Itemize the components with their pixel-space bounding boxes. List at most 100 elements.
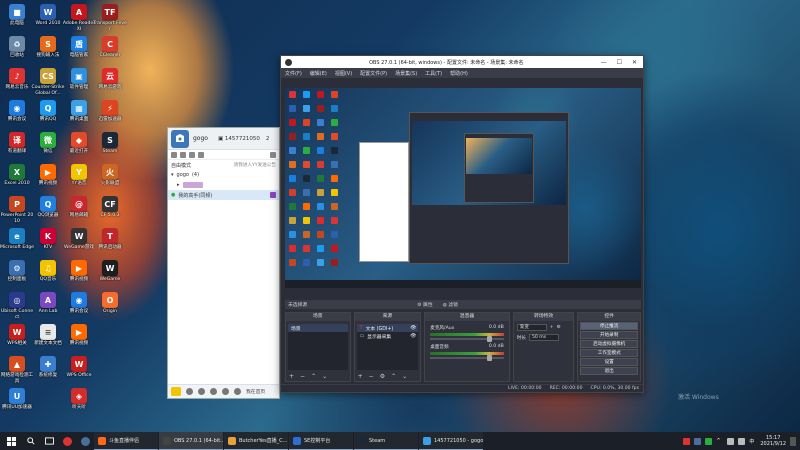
taskbar-app[interactable]: Steam	[354, 432, 418, 450]
netease-pinned-icon[interactable]	[58, 432, 76, 450]
speaker-icon[interactable]	[186, 388, 193, 395]
record-icon[interactable]	[210, 388, 217, 395]
desktop-icon[interactable]: TF Transport Fever	[93, 4, 127, 32]
down-icon[interactable]: ⌄	[402, 373, 407, 380]
camera-icon[interactable]	[222, 388, 229, 395]
desktop-icon[interactable]: Q 腾讯QQ	[31, 100, 65, 123]
desktop-icon[interactable]: Y YY语音	[62, 164, 96, 187]
notification-icon[interactable]	[790, 436, 796, 446]
gear-icon[interactable]: ⚙	[557, 325, 561, 330]
properties-button[interactable]: ⚙ 属性	[417, 301, 432, 308]
taskbar-app[interactable]: 1457721050 - gogo	[419, 432, 483, 450]
add-icon[interactable]: +	[289, 373, 294, 380]
menu-item[interactable]: 编辑(E)	[310, 70, 327, 77]
menu-item[interactable]: 文件(F)	[285, 70, 302, 77]
desktop-icon[interactable]: ▣ 软件管理	[62, 68, 96, 91]
source-item[interactable]: ▭ 显示器采集 👁	[357, 332, 419, 340]
desktop-icon[interactable]: O Origin	[93, 292, 127, 315]
close-icon[interactable]: ✕	[632, 59, 637, 66]
desktop-icon[interactable]: CS Counter-Strike Global Of...	[31, 68, 65, 96]
volume-slider-handle[interactable]	[486, 336, 492, 342]
group-row[interactable]: ▾ gogo (4)	[168, 170, 279, 180]
desktop-icon[interactable]: W WeGame	[93, 260, 127, 283]
desktop-icon[interactable]: ▶ 腾讯视频	[62, 324, 96, 347]
desktop-icon[interactable]: T 腾讯启动器	[93, 228, 127, 251]
desktop-icon[interactable]: W WPS Office	[62, 356, 96, 379]
volume-icon[interactable]	[738, 437, 746, 445]
eye-icon[interactable]: 👁	[410, 334, 416, 339]
taskbar-app[interactable]: OBS 27.0.1 (64-bit...	[159, 432, 223, 450]
lock-icon[interactable]	[189, 151, 195, 158]
preview-canvas[interactable]	[285, 88, 641, 288]
filters-button[interactable]: ◍ 滤镜	[443, 301, 458, 308]
control-button[interactable]: 开始录制	[580, 331, 638, 339]
chevron-up-icon[interactable]: ^	[716, 438, 723, 445]
remove-icon[interactable]: −	[369, 373, 374, 380]
down-icon[interactable]: ⌄	[322, 373, 327, 380]
desktop-icon[interactable]: 译有道翻译	[0, 132, 34, 155]
control-button[interactable]: 启动虚拟摄像机	[580, 340, 638, 348]
desktop-icon[interactable]: 火火影联盟	[93, 164, 127, 187]
desktop-icon[interactable]: W WeGame游戏	[62, 228, 96, 251]
control-button[interactable]: 设置	[580, 358, 638, 366]
desktop-icon[interactable]: A Adobe Reader XI	[62, 4, 96, 32]
desktop-icon[interactable]: 盾电脑管家	[62, 36, 96, 59]
volume-slider-handle[interactable]	[486, 355, 492, 361]
menu-item[interactable]: 帮助(H)	[450, 70, 468, 77]
desktop-icon[interactable]: ▦ 腾讯桌面	[62, 100, 96, 123]
taskbar-app[interactable]: ButcherYes直播_C...	[224, 432, 288, 450]
tray-app-icon[interactable]	[705, 437, 713, 445]
duration-input[interactable]: 50 ms	[528, 334, 559, 341]
smile-icon[interactable]	[234, 388, 241, 395]
maximize-icon[interactable]: ☐	[617, 59, 622, 66]
desktop-icon[interactable]: ⚙ 控制面板	[0, 260, 34, 283]
eye-icon[interactable]: 👁	[410, 326, 416, 331]
desktop-icon[interactable]: P PowerPoint 2010	[0, 196, 34, 224]
desktop-icon[interactable]: ▶ 腾讯视频	[62, 260, 96, 283]
steam-pinned-icon[interactable]	[76, 432, 94, 450]
desktop-icon[interactable]: ◎ Ubisoft Connect	[0, 292, 34, 320]
start-button[interactable]	[0, 432, 22, 450]
desktop-icon[interactable]: CF CF 5.0.3	[93, 196, 127, 219]
desktop-icon[interactable]: ◉ 腾讯会议	[0, 100, 34, 123]
add-icon[interactable]: +	[358, 373, 363, 380]
more-icon[interactable]	[270, 151, 276, 158]
menu-item[interactable]: 视图(V)	[335, 70, 352, 77]
desktop-icon[interactable]: ◆ 最近打开	[62, 132, 96, 155]
taskbar-app[interactable]: 斗鱼直播伴侣	[94, 432, 158, 450]
mic-icon[interactable]	[180, 151, 186, 158]
up-icon[interactable]: ⌃	[311, 373, 316, 380]
tray-app-icon[interactable]	[694, 437, 702, 445]
desktop-icon[interactable]: ▶ 腾讯视频	[31, 164, 65, 187]
taskbar-app[interactable]: SE控制平台	[289, 432, 353, 450]
gear-icon[interactable]: ⚙	[380, 373, 385, 380]
volume-slider[interactable]	[430, 355, 504, 361]
desktop-icon[interactable]: ✚ 系统修复	[31, 356, 65, 379]
desktop-icon[interactable]: ◈ 听天听	[62, 388, 96, 411]
menu-item[interactable]: 工具(T)	[425, 70, 442, 77]
ime-icon[interactable]: 中	[749, 438, 756, 445]
desktop-icon[interactable]: ♫ QQ音乐	[31, 260, 65, 283]
tray-app-icon[interactable]	[683, 437, 691, 445]
clock[interactable]: 15:17 2021/9/12	[760, 435, 786, 447]
desktop-icon[interactable]: ♻ 回收站	[0, 36, 34, 59]
control-button[interactable]: 退出	[580, 367, 638, 375]
desktop-icon[interactable]: X Excel 2010	[0, 164, 34, 187]
desktop-icon[interactable]: ◉ 腾讯会议	[62, 292, 96, 315]
desktop-icon[interactable]: 云网易云游戏	[93, 68, 127, 91]
minimize-icon[interactable]: —	[601, 59, 607, 66]
desktop-icon[interactable]: K KTV	[31, 228, 65, 251]
desktop-icon[interactable]: ≡ 新建文本文档	[31, 324, 65, 347]
desktop-icon[interactable]: @ 网易邮箱	[62, 196, 96, 219]
user-icon[interactable]	[171, 151, 177, 158]
desktop-icon[interactable]: U 腾讯UU加速器	[0, 388, 34, 411]
desktop-icon[interactable]: W Word 2010	[31, 4, 65, 27]
mic-icon[interactable]	[198, 388, 205, 395]
member-row[interactable]: ● 我的高手(同频)	[168, 190, 279, 200]
add-icon[interactable]: +	[550, 325, 554, 330]
menu-item[interactable]: 场景集(S)	[395, 70, 417, 77]
source-item[interactable]: T 文本 (GDI+) 👁	[356, 324, 419, 332]
scene-item[interactable]: 场景	[288, 324, 348, 332]
desktop-icon[interactable]: Q QQ浏览器	[31, 196, 65, 219]
desktop-icon[interactable]: S 搜狗输入法	[31, 36, 65, 59]
